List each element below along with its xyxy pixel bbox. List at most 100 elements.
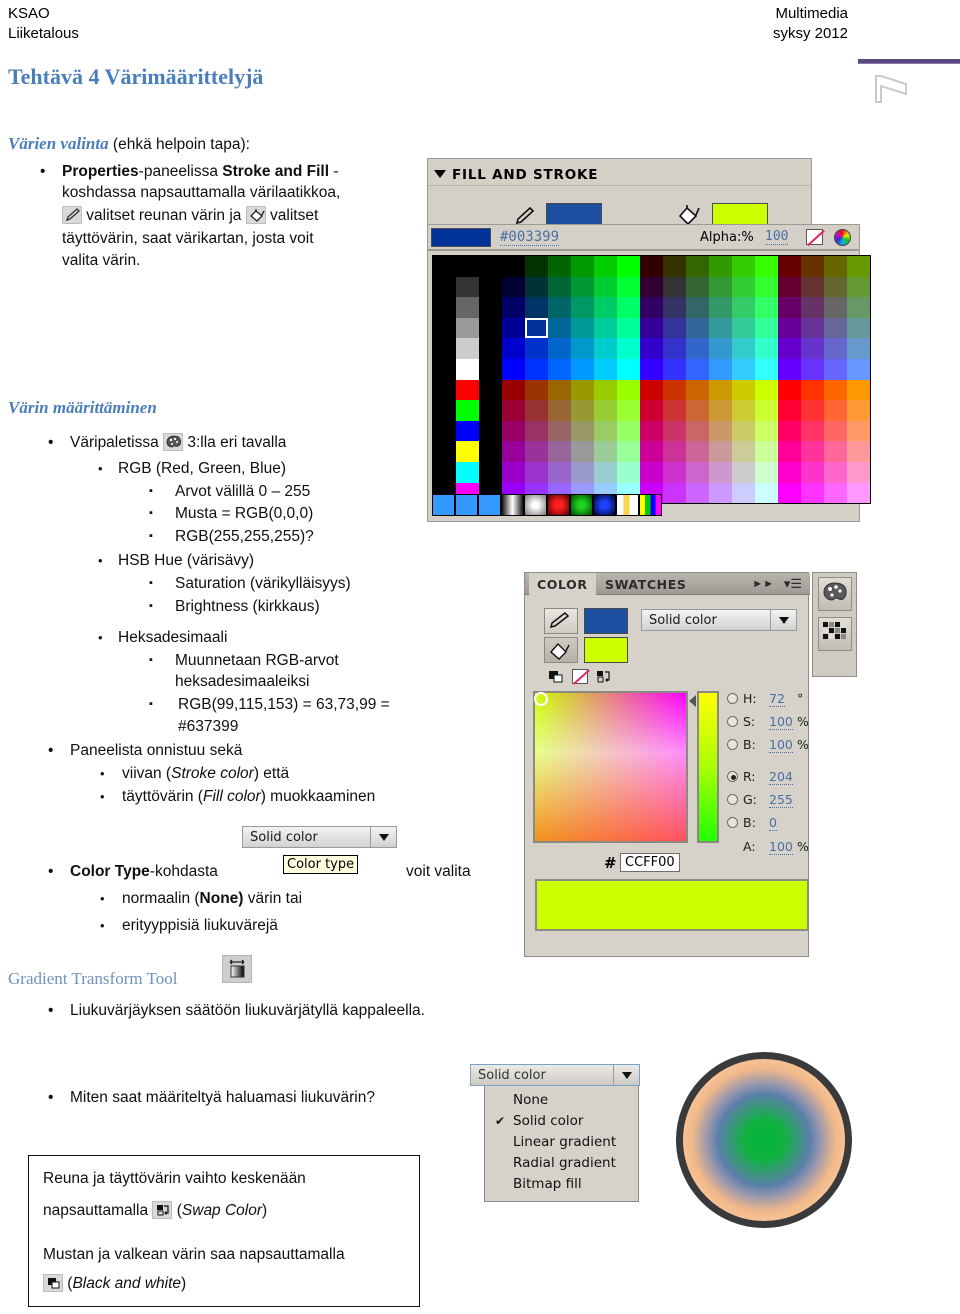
palette-swatch[interactable] bbox=[801, 482, 824, 504]
palette-swatch[interactable] bbox=[847, 461, 870, 483]
palette-swatch[interactable] bbox=[755, 358, 778, 380]
palette-swatch[interactable] bbox=[686, 338, 709, 359]
color-type-combo-inline[interactable]: Solid color bbox=[242, 826, 397, 848]
swap-color-icon-panel[interactable] bbox=[595, 669, 613, 690]
palette-swatch[interactable] bbox=[571, 400, 594, 421]
palette-gradient-swatch[interactable] bbox=[478, 494, 501, 516]
pencil-icon[interactable] bbox=[62, 206, 82, 224]
dropdown-header[interactable]: Solid color bbox=[470, 1064, 640, 1086]
palette-swatch[interactable] bbox=[525, 420, 548, 442]
palette-swatch[interactable] bbox=[686, 256, 709, 277]
palette-swatch[interactable] bbox=[433, 420, 456, 442]
palette-swatch[interactable] bbox=[594, 358, 617, 380]
alpha-value[interactable]: 100 bbox=[765, 229, 789, 245]
palette-swatch[interactable] bbox=[778, 441, 801, 462]
palette-swatch[interactable] bbox=[571, 338, 594, 359]
palette-swatch[interactable] bbox=[502, 420, 525, 442]
palette-swatch[interactable] bbox=[778, 400, 801, 421]
palette-swatch[interactable] bbox=[732, 256, 755, 277]
palette-swatch[interactable] bbox=[709, 358, 732, 380]
field-value-b-2[interactable]: 100 bbox=[769, 737, 793, 753]
hue-slider-handle[interactable] bbox=[689, 695, 696, 707]
swap-color-icon[interactable] bbox=[152, 1201, 173, 1219]
palette-swatch[interactable] bbox=[640, 297, 663, 318]
palette-swatch[interactable] bbox=[801, 317, 824, 339]
palette-swatch[interactable] bbox=[801, 400, 824, 421]
hue-slider[interactable] bbox=[697, 691, 719, 843]
palette-swatch[interactable] bbox=[732, 297, 755, 318]
palette-swatch[interactable] bbox=[755, 256, 778, 277]
palette-swatch[interactable] bbox=[778, 256, 801, 277]
saturation-brightness-picker[interactable] bbox=[533, 691, 688, 843]
palette-swatch[interactable] bbox=[502, 297, 525, 318]
palette-swatch[interactable] bbox=[640, 338, 663, 359]
palette-swatch[interactable] bbox=[479, 317, 502, 339]
palette-swatch[interactable] bbox=[617, 379, 640, 401]
palette-swatch[interactable] bbox=[502, 400, 525, 421]
radio-r-3[interactable] bbox=[727, 771, 738, 782]
palette-swatch[interactable] bbox=[479, 338, 502, 359]
palette-swatch[interactable] bbox=[778, 461, 801, 483]
palette-swatch[interactable] bbox=[456, 400, 479, 421]
palette-swatch[interactable] bbox=[433, 317, 456, 339]
palette-swatch[interactable] bbox=[663, 338, 686, 359]
palette-swatch[interactable] bbox=[824, 420, 847, 442]
palette-swatch[interactable] bbox=[663, 482, 686, 504]
radio-g-4[interactable] bbox=[727, 794, 738, 805]
palette-swatch[interactable] bbox=[502, 256, 525, 277]
palette-swatch[interactable] bbox=[686, 482, 709, 504]
field-value-a-6[interactable]: 100 bbox=[769, 839, 793, 855]
palette-gradient-swatch[interactable] bbox=[432, 494, 455, 516]
palette-swatch[interactable] bbox=[456, 461, 479, 483]
palette-swatch[interactable] bbox=[847, 317, 870, 339]
palette-swatch[interactable] bbox=[847, 358, 870, 380]
color-type-combo-panel[interactable]: Solid color bbox=[641, 609, 797, 631]
radio-s-1[interactable] bbox=[727, 716, 738, 727]
palette-swatch[interactable] bbox=[433, 358, 456, 380]
palette-swatch[interactable] bbox=[479, 461, 502, 483]
field-value-g-4[interactable]: 255 bbox=[769, 792, 793, 808]
palette-swatch[interactable] bbox=[663, 317, 686, 339]
palette-swatch[interactable] bbox=[824, 317, 847, 339]
field-value-b-5[interactable]: 0 bbox=[769, 815, 777, 831]
palette-swatch[interactable] bbox=[456, 256, 479, 277]
palette-swatch[interactable] bbox=[755, 461, 778, 483]
palette-swatch[interactable] bbox=[456, 317, 479, 339]
palette-swatch[interactable] bbox=[824, 297, 847, 318]
palette-swatch[interactable] bbox=[847, 256, 870, 277]
palette-swatch[interactable] bbox=[571, 379, 594, 401]
palette-swatch[interactable] bbox=[594, 276, 617, 298]
palette-swatch[interactable] bbox=[801, 358, 824, 380]
palette-swatch[interactable] bbox=[801, 338, 824, 359]
palette-icon-button[interactable] bbox=[818, 577, 852, 611]
palette-swatch[interactable] bbox=[594, 379, 617, 401]
palette-swatch[interactable] bbox=[778, 338, 801, 359]
palette-icon[interactable] bbox=[163, 433, 184, 451]
palette-gradient-swatch[interactable] bbox=[639, 494, 662, 516]
palette-swatch[interactable] bbox=[640, 379, 663, 401]
chevron-down-icon[interactable] bbox=[370, 827, 396, 847]
palette-swatch[interactable] bbox=[525, 441, 548, 462]
palette-swatch[interactable] bbox=[479, 441, 502, 462]
chevron-down-icon-panel[interactable] bbox=[770, 610, 796, 630]
palette-swatch[interactable] bbox=[479, 276, 502, 298]
palette-swatch[interactable] bbox=[456, 338, 479, 359]
palette-swatch[interactable] bbox=[755, 441, 778, 462]
palette-swatch[interactable] bbox=[824, 358, 847, 380]
panel-menu-icon[interactable]: ▾☰ bbox=[784, 576, 802, 592]
palette-swatch[interactable] bbox=[663, 420, 686, 442]
palette-swatch[interactable] bbox=[686, 420, 709, 442]
palette-swatch[interactable] bbox=[433, 276, 456, 298]
palette-swatch[interactable] bbox=[594, 317, 617, 339]
palette-swatch[interactable] bbox=[525, 379, 548, 401]
palette-swatch[interactable] bbox=[824, 256, 847, 277]
radio-b-5[interactable] bbox=[727, 817, 738, 828]
palette-swatch[interactable] bbox=[755, 482, 778, 504]
palette-swatch[interactable] bbox=[709, 482, 732, 504]
palette-swatch[interactable] bbox=[686, 400, 709, 421]
palette-swatch[interactable] bbox=[824, 338, 847, 359]
palette-swatch[interactable] bbox=[824, 461, 847, 483]
hex-value-label[interactable]: #003399 bbox=[500, 229, 560, 246]
palette-swatch[interactable] bbox=[663, 461, 686, 483]
palette-swatch[interactable] bbox=[778, 297, 801, 318]
